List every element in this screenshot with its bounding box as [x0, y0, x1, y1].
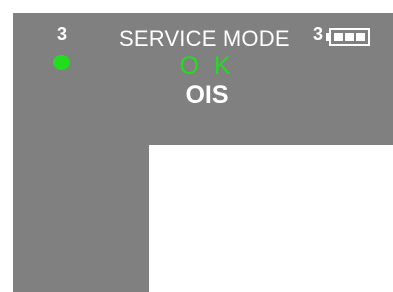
battery-body	[329, 28, 370, 46]
display-panel-left	[13, 145, 149, 292]
battery-segment	[334, 33, 343, 41]
right-channel-number: 3	[313, 24, 324, 44]
battery-segment	[345, 33, 354, 41]
status-sub-label: OIS	[185, 81, 229, 109]
status-led-icon	[53, 55, 70, 70]
mode-title: SERVICE MODE	[119, 26, 290, 51]
battery-segment	[356, 33, 365, 41]
service-screen: 3 SERVICE MODE O K OIS 3	[13, 13, 393, 292]
status-ok-label: O K	[179, 52, 235, 80]
display-panel-top: 3 SERVICE MODE O K OIS 3	[13, 13, 393, 145]
battery-icon	[326, 28, 376, 46]
left-channel-number: 3	[56, 24, 67, 44]
